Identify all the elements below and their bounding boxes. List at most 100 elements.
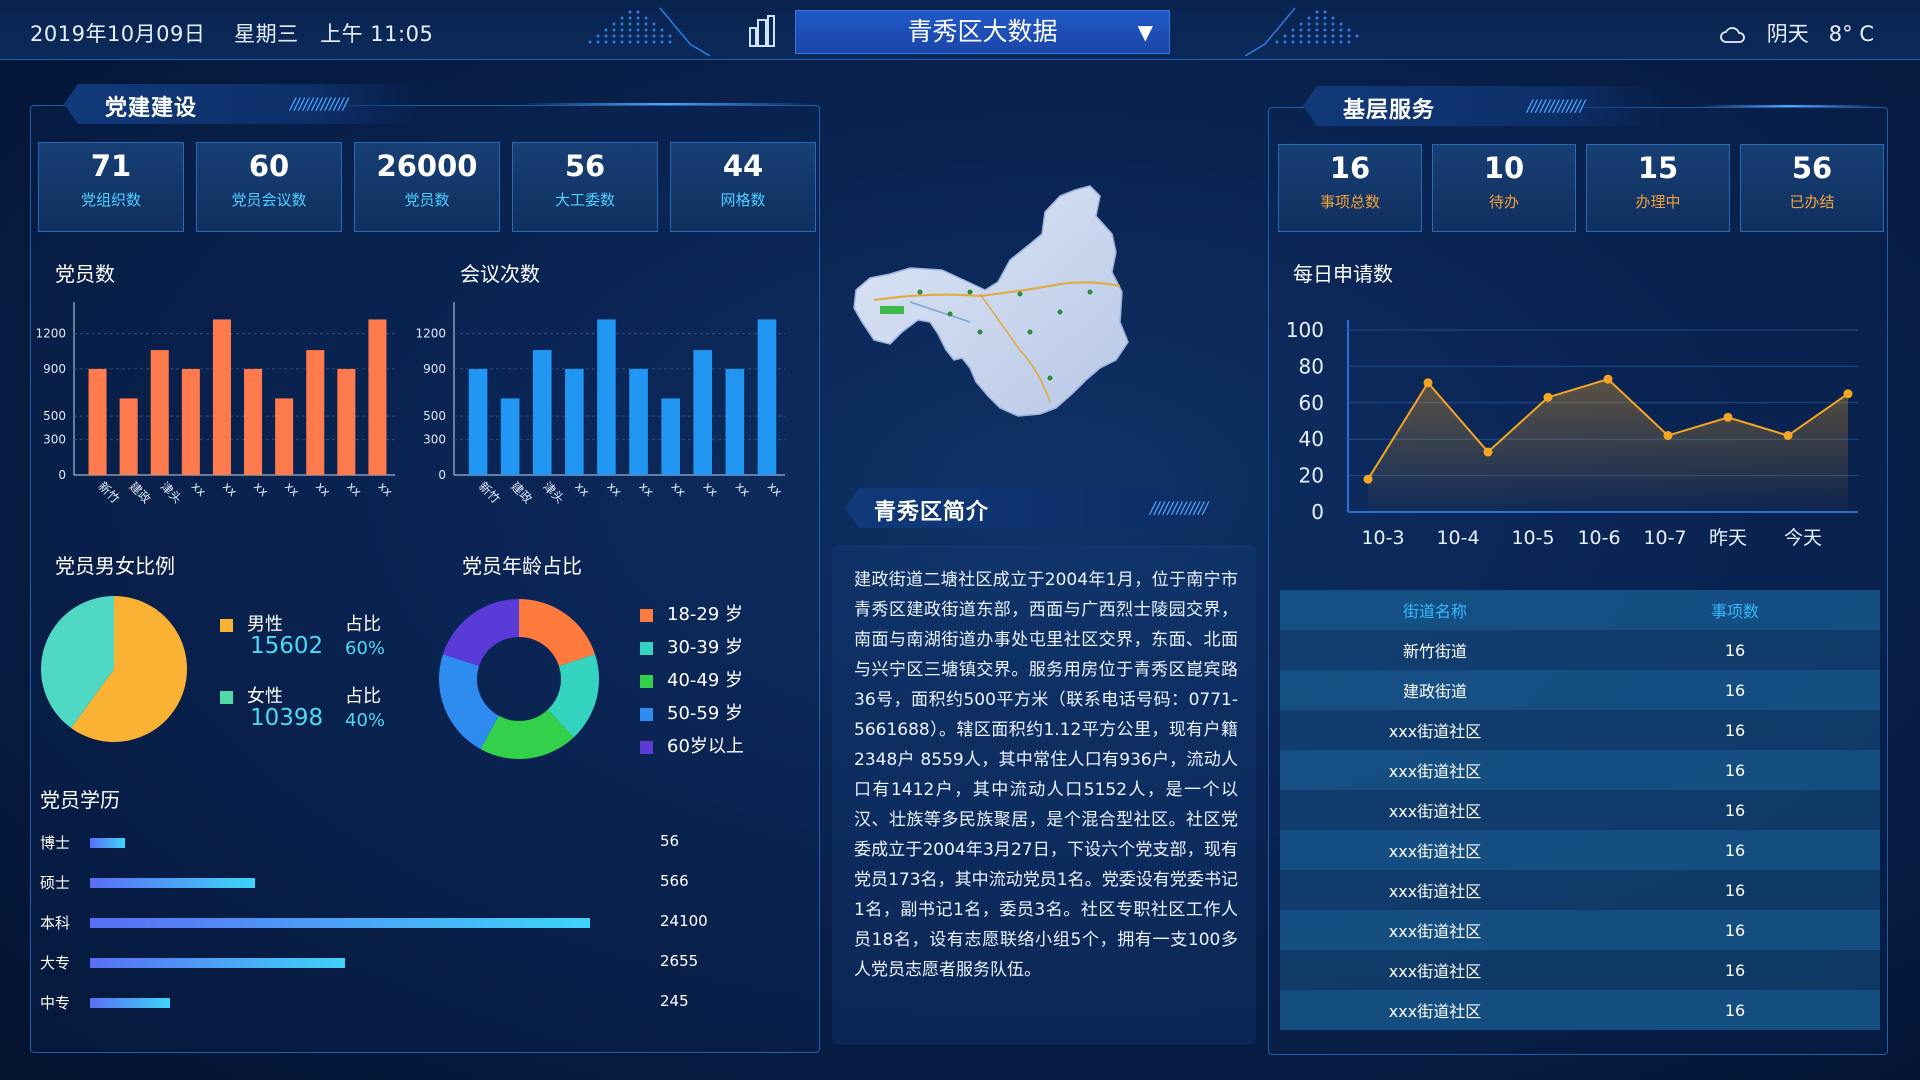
- x-tick-label: 10-5: [1511, 527, 1554, 549]
- education-bar: [90, 998, 170, 1008]
- area-fill: [1368, 379, 1848, 512]
- meetings-bar-chart: 03005009001200新竹 建政 津头 xx xx xx xx xx xx xx: [415, 302, 785, 506]
- x-tick-label: 津头: [540, 479, 567, 506]
- time-text: 上午 11:05: [320, 22, 434, 46]
- y-tick-label: 300: [43, 433, 66, 447]
- x-tick-label: 10-6: [1577, 527, 1620, 549]
- data-point: [1363, 474, 1373, 484]
- service-stat-box[interactable]: 10 待办: [1432, 144, 1576, 232]
- street-table: 街道名称 事项数 新竹街道 16 建政街道 16 xxx街道社区 16 xxx街道社区 16 xxx…: [1280, 590, 1880, 1030]
- y-tick-label: 900: [43, 362, 66, 376]
- bar: [150, 350, 169, 475]
- intro-title-decor-slashes: /////////////: [1150, 498, 1208, 517]
- education-value: 566: [660, 872, 689, 890]
- y-tick-label: 1200: [415, 327, 446, 341]
- title-glow-line: [520, 103, 810, 105]
- title-decor-slashes: /////////////: [290, 94, 348, 113]
- table-row[interactable]: xxx街道社区 16: [1280, 910, 1880, 950]
- table-cell: xxx街道社区: [1388, 882, 1482, 901]
- y-tick-label: 500: [43, 409, 66, 423]
- service-title-glow-line: [1700, 105, 1880, 107]
- male-ratio-label: 占比: [345, 614, 381, 635]
- legend-swatch: [640, 674, 653, 688]
- y-tick-label: 300: [423, 433, 446, 447]
- table-row[interactable]: xxx街道社区 16: [1280, 870, 1880, 910]
- education-label: 本科: [40, 914, 71, 932]
- data-point: [1723, 412, 1733, 422]
- bar: [629, 368, 648, 475]
- age-donut-chart: [439, 599, 599, 759]
- table-cell: xxx街道社区: [1388, 922, 1482, 941]
- table-row[interactable]: xxx街道社区 16: [1280, 750, 1880, 790]
- x-tick-label: 昨天: [1709, 527, 1747, 549]
- male-count: 15602: [250, 633, 324, 659]
- table-row[interactable]: xxx街道社区 16: [1280, 990, 1880, 1030]
- x-tick-label: xx: [765, 479, 785, 499]
- service-stat-box[interactable]: 16 事项总数: [1278, 144, 1422, 232]
- building-icon: [749, 15, 775, 47]
- x-tick-label: xx: [604, 479, 624, 499]
- table-cell: xxx街道社区: [1388, 722, 1482, 741]
- bar: [337, 368, 356, 475]
- service-stat-box[interactable]: 15 办理中: [1586, 144, 1730, 232]
- education-value: 24100: [660, 912, 708, 930]
- party-stat-box[interactable]: 71 党组织数: [38, 142, 184, 232]
- table-row[interactable]: xxx街道社区 16: [1280, 830, 1880, 870]
- legend-swatch: [640, 740, 653, 754]
- bar: [468, 368, 488, 475]
- bar: [212, 319, 231, 475]
- table-row[interactable]: xxx街道社区 16: [1280, 710, 1880, 750]
- education-value: 56: [660, 832, 680, 850]
- table-row[interactable]: 建政街道 16: [1280, 670, 1880, 710]
- male-label: 男性: [247, 614, 283, 635]
- bar: [306, 350, 325, 475]
- table-cell: xxx街道社区: [1388, 962, 1482, 981]
- female-count: 10398: [250, 705, 324, 731]
- bar: [368, 319, 387, 475]
- bar: [275, 398, 294, 475]
- party-stat-value: 60: [248, 149, 290, 183]
- party-stat-value: 44: [722, 149, 764, 183]
- party-stat-label: 大工委数: [554, 191, 615, 209]
- table-cell: 16: [1724, 960, 1746, 980]
- dropdown-triangle-icon[interactable]: ▼: [1138, 11, 1153, 53]
- female-swatch: [220, 690, 233, 704]
- party-stat-box[interactable]: 56 大工委数: [512, 142, 658, 232]
- party-stat-label: 党员数: [404, 191, 450, 209]
- datetime-display: 2019年10月09日 星期三 上午 11:05: [30, 18, 433, 48]
- table-row[interactable]: 新竹街道 16: [1280, 630, 1880, 670]
- female-ratio-label: 占比: [345, 686, 381, 707]
- service-stat-box[interactable]: 56 已办结: [1740, 144, 1884, 232]
- education-bar: [90, 918, 590, 928]
- table-row[interactable]: xxx街道社区 16: [1280, 790, 1880, 830]
- members-chart-title: 党员数: [55, 262, 115, 286]
- bar: [661, 398, 680, 475]
- x-tick-label: 建政: [508, 479, 535, 506]
- region-selector[interactable]: 青秀区大数据 ▼: [795, 10, 1170, 54]
- table-cell: 16: [1724, 840, 1746, 860]
- legend-label: 60岁以上: [667, 736, 744, 757]
- party-stat-box[interactable]: 26000 党员数: [354, 142, 500, 232]
- party-stat-value: 56: [564, 149, 606, 183]
- x-tick-label: xx: [282, 479, 302, 499]
- service-stat-value: 10: [1483, 151, 1525, 185]
- age-title: 党员年龄占比: [462, 554, 582, 578]
- education-label: 博士: [40, 834, 71, 852]
- table-row[interactable]: xxx街道社区 16: [1280, 950, 1880, 990]
- x-tick-label: xx: [344, 479, 364, 499]
- y-tick-label: 0: [1311, 500, 1324, 524]
- male-swatch: [220, 618, 233, 632]
- daily-chart-title: 每日申请数: [1293, 262, 1393, 286]
- legend-swatch: [640, 641, 653, 655]
- bar: [725, 368, 745, 475]
- decor-dots-right: [1245, 7, 1359, 56]
- party-stat-box[interactable]: 44 网格数: [670, 142, 816, 232]
- age-legend-item: 60岁以上: [640, 732, 744, 758]
- x-tick-label: xx: [701, 479, 721, 499]
- data-point: [1843, 389, 1853, 399]
- female-ratio: 40%: [345, 710, 386, 731]
- table-cell: 建政街道: [1402, 682, 1467, 701]
- bar: [597, 319, 616, 475]
- table-cell: 16: [1724, 1000, 1746, 1020]
- party-stat-box[interactable]: 60 党员会议数: [196, 142, 342, 232]
